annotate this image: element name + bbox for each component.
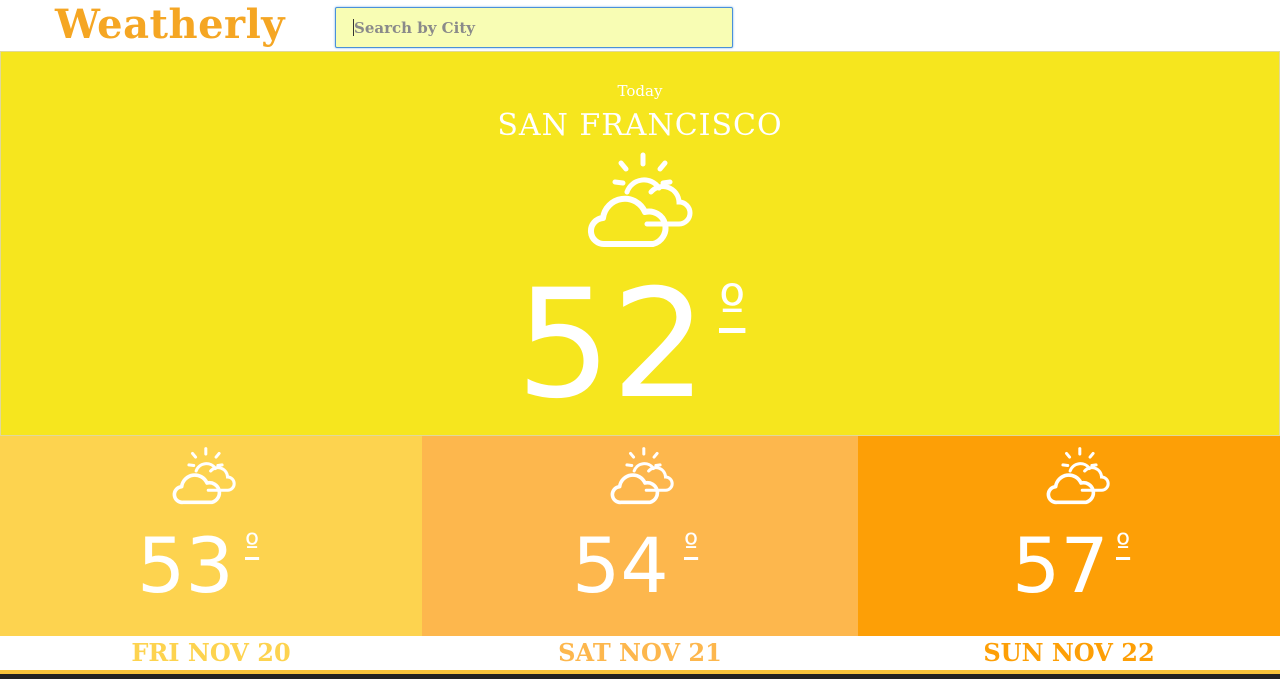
partly-cloudy-icon bbox=[587, 152, 693, 252]
text-caret bbox=[353, 19, 354, 36]
search-box[interactable] bbox=[335, 7, 733, 48]
forecast-day-sun[interactable]: 57 º bbox=[858, 436, 1280, 636]
partly-cloudy-icon bbox=[610, 446, 674, 505]
forecast-degree-symbol: º bbox=[245, 528, 260, 563]
partly-cloudy-icon bbox=[1046, 446, 1110, 505]
app-logo[interactable]: Weatherly bbox=[55, 0, 285, 50]
today-label: Today bbox=[617, 82, 663, 100]
forecast-day-sat[interactable]: 54 º bbox=[422, 436, 858, 636]
forecast-day-fri[interactable]: 53 º bbox=[0, 436, 422, 636]
today-degree-symbol: º bbox=[719, 274, 746, 339]
forecast-row: 53 º 54 º 57 º bbox=[0, 436, 1280, 636]
forecast-degree-symbol: º bbox=[684, 528, 699, 563]
forecast-temperature: 53 bbox=[137, 521, 234, 610]
today-panel: Today SAN FRANCISCO 52 º bbox=[0, 51, 1280, 436]
header: Weatherly bbox=[0, 0, 1280, 51]
forecast-degree-symbol: º bbox=[1116, 528, 1131, 563]
today-temperature: 52 bbox=[516, 258, 707, 432]
search-input[interactable] bbox=[336, 8, 732, 47]
forecast-temperature: 57 bbox=[1012, 521, 1109, 610]
forecast-temperature: 54 bbox=[572, 521, 669, 610]
forecast-date-label: SAT NOV 21 bbox=[558, 638, 722, 667]
forecast-date-label: FRI NOV 20 bbox=[131, 638, 291, 667]
partly-cloudy-icon bbox=[172, 446, 236, 505]
forecast-date-label: SUN NOV 22 bbox=[983, 638, 1155, 667]
bottom-edge bbox=[0, 674, 1280, 679]
forecast-dates: FRI NOV 20 SAT NOV 21 SUN NOV 22 bbox=[0, 636, 1280, 674]
city-name: SAN FRANCISCO bbox=[497, 108, 783, 143]
